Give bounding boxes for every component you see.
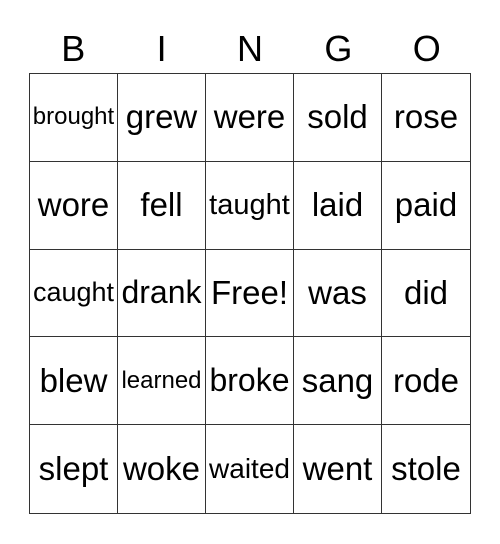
cell-word: was xyxy=(308,273,367,311)
cell-word: slept xyxy=(38,450,109,488)
cell-word: wore xyxy=(37,186,110,224)
cell-word: brought xyxy=(32,103,115,131)
cell-word: woke xyxy=(122,450,201,488)
bingo-cell[interactable]: slept xyxy=(30,425,118,513)
cell-word: did xyxy=(403,273,449,311)
bingo-cell[interactable]: broke xyxy=(206,337,294,426)
header-letter-o: O xyxy=(412,28,441,69)
bingo-cell[interactable]: rose xyxy=(382,74,470,162)
bingo-cell[interactable]: drank xyxy=(118,249,206,338)
bingo-cell[interactable]: caught xyxy=(30,249,118,338)
cell-word: went xyxy=(302,450,373,488)
bingo-cell[interactable]: went xyxy=(294,425,382,513)
cell-word: drank xyxy=(121,274,202,311)
cell-word: were xyxy=(213,98,286,136)
bingo-cell[interactable]: wore xyxy=(30,161,118,250)
bingo-cell[interactable]: were xyxy=(206,74,294,162)
bingo-cell[interactable]: was xyxy=(294,249,382,338)
cell-word: taught xyxy=(209,188,290,221)
bingo-cell[interactable]: sang xyxy=(294,337,382,426)
bingo-cell[interactable]: grew xyxy=(118,74,206,162)
header-letter-g: G xyxy=(324,28,353,69)
cell-word: sold xyxy=(307,98,368,136)
bingo-cell[interactable]: learned xyxy=(118,337,206,426)
cell-word: waited xyxy=(209,453,290,485)
cell-word: Free! xyxy=(210,273,289,311)
bingo-cell[interactable]: fell xyxy=(118,161,206,250)
cell-word: rose xyxy=(393,98,459,136)
cell-word: sang xyxy=(301,361,374,399)
header-letter-n: N xyxy=(236,28,263,69)
bingo-cell[interactable]: Free! xyxy=(206,249,294,338)
cell-word: blew xyxy=(39,361,108,399)
cell-word: stole xyxy=(391,450,461,488)
bingo-cell[interactable]: laid xyxy=(294,161,382,250)
header-letter-i: I xyxy=(156,28,167,69)
bingo-cell[interactable]: taught xyxy=(206,161,294,250)
bingo-cell[interactable]: rode xyxy=(382,337,470,426)
cell-word: broke xyxy=(209,362,290,399)
bingo-cell[interactable]: did xyxy=(382,250,470,338)
bingo-cell[interactable]: paid xyxy=(382,162,470,250)
cell-word: learned xyxy=(121,366,202,394)
bingo-cell[interactable]: woke xyxy=(118,425,206,513)
cell-word: paid xyxy=(394,186,458,224)
bingo-grid: brought grew were sold rose wore fell taught lai… xyxy=(29,73,471,514)
bingo-cell[interactable]: sold xyxy=(294,74,382,162)
cell-word: rode xyxy=(392,361,460,399)
cell-word: laid xyxy=(311,186,364,224)
bingo-cell[interactable]: brought xyxy=(30,74,118,162)
cell-word: caught xyxy=(32,277,115,308)
bingo-cell[interactable]: waited xyxy=(206,425,294,513)
bingo-header: B I N G O xyxy=(29,26,471,72)
cell-word: grew xyxy=(125,98,198,136)
cell-word: fell xyxy=(140,186,183,224)
bingo-cell[interactable]: stole xyxy=(382,425,470,513)
bingo-cell[interactable]: blew xyxy=(30,337,118,426)
header-letter-b: B xyxy=(61,28,86,69)
